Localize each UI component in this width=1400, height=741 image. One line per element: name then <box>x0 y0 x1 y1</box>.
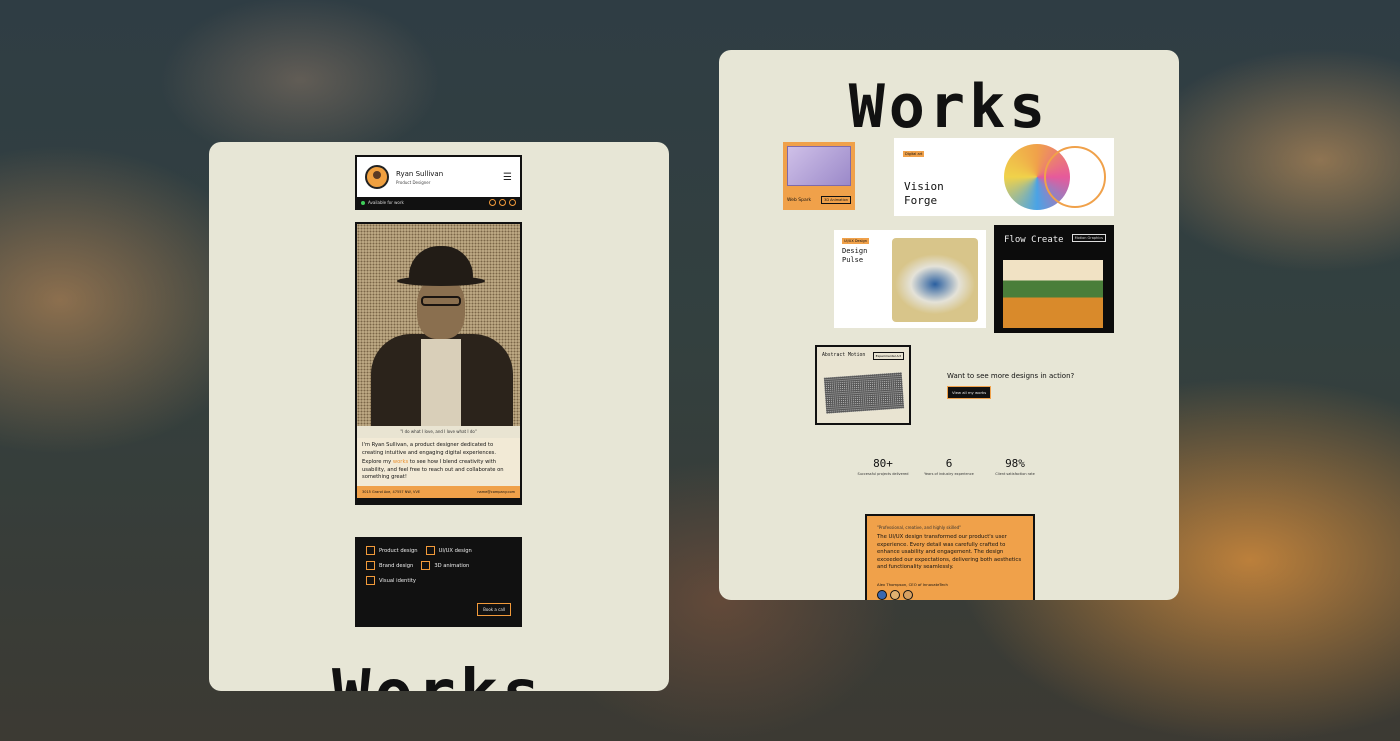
design-pulse-art <box>892 238 978 322</box>
portrait-quote: "I do what I love, and I love what I do" <box>357 426 520 438</box>
avatar <box>890 589 900 600</box>
web-spark-thumbnail <box>787 146 851 186</box>
project-name: Vision Forge <box>904 180 944 207</box>
project-tile-flow-create[interactable]: Flow Create Motion Graphics <box>994 225 1114 333</box>
testimonial-avatars <box>877 589 1023 600</box>
testimonial-text: The UI/UX design transformed our product… <box>877 534 1022 571</box>
menu-icon[interactable]: ☰ <box>503 172 512 183</box>
services-card: Product design UI/UX design Brand design… <box>355 537 522 627</box>
project-name: Flow Create <box>1004 235 1064 245</box>
project-tag: 3D Animation <box>821 196 851 204</box>
stat-label: Client satisfaction rate <box>995 472 1035 476</box>
project-tag: Motion Graphics <box>1071 234 1106 242</box>
view-all-works-button[interactable]: View all my works <box>947 386 992 399</box>
status-dot-icon <box>361 200 365 205</box>
more-designs-text: Want to see more designs in action? <box>947 372 1075 380</box>
project-tile-abstract-motion[interactable]: Abstract Motion Experimental Art <box>815 345 911 425</box>
works-title: Works <box>848 72 1050 142</box>
contact-bar: 3015 Grand Ave, 47557 NW, VVE name@compa… <box>357 486 520 498</box>
works-heading-peek: Works <box>332 662 545 691</box>
stat-years: 6 Years of industry experience <box>919 457 979 477</box>
avatar <box>903 589 913 600</box>
testimonial-author: Alex Thompson, CEO of InnovateTech <box>877 581 948 587</box>
stat-label: Years of industry experience <box>924 472 974 476</box>
project-name: Abstract Motion <box>822 353 866 358</box>
social-icon-1[interactable] <box>489 199 496 206</box>
bio-paragraph-1: I'm Ryan Sullivan, a product designer de… <box>362 442 497 456</box>
uiux-design-icon <box>425 546 435 555</box>
brand-design-icon <box>366 561 375 570</box>
stat-value: 6 <box>945 457 953 470</box>
project-name: Web Spark <box>787 197 812 203</box>
project-name: Design Pulse <box>842 247 868 264</box>
book-call-button[interactable]: Book a call <box>477 603 511 616</box>
service-item: Product design <box>379 547 418 554</box>
availability-status: Available for work <box>368 200 404 205</box>
stat-value: 98% <box>1005 457 1025 470</box>
stat-value: 80+ <box>873 457 893 470</box>
project-tile-design-pulse[interactable]: UI/UX Design Design Pulse <box>834 230 986 328</box>
address: 3015 Grand Ave, 47557 NW, VVE <box>362 490 421 494</box>
social-icon-3[interactable] <box>509 199 516 206</box>
service-item: Brand design <box>379 562 414 569</box>
bio-text-a: Explore my <box>362 459 393 465</box>
testimonial-card: "Professional, creative, and highly skil… <box>865 514 1035 600</box>
social-icon-2[interactable] <box>499 199 506 206</box>
testimonial-headline: "Professional, creative, and highly skil… <box>877 525 961 530</box>
project-tag: Digital art <box>903 151 925 157</box>
service-item: 3D animation <box>434 562 470 569</box>
project-tag: Experimental Art <box>872 352 904 360</box>
service-item: Visual identity <box>379 577 416 584</box>
profile-role: Product Designer <box>396 179 431 185</box>
project-tag: UI/UX Design <box>842 238 869 244</box>
product-design-icon <box>366 546 375 555</box>
profile-name: Ryan Sullivan <box>396 169 444 178</box>
service-item: UI/UX design <box>438 547 472 554</box>
visual-identity-icon <box>366 576 375 585</box>
works-panel: Works Web Spark 3D Animation Digital art… <box>719 50 1179 600</box>
email-link[interactable]: name@company.com <box>477 490 515 494</box>
stat-label: Successful projects delivered <box>857 472 909 476</box>
ring-decoration <box>1044 146 1106 208</box>
profile-header: Ryan Sullivan Product Designer ☰ Availab… <box>355 155 522 210</box>
portrait-card: "I do what I love, and I love what I do"… <box>355 222 522 505</box>
avatar <box>365 165 389 189</box>
flow-create-art <box>1003 260 1103 328</box>
stat-satisfaction: 98% Client satisfaction rate <box>985 457 1045 477</box>
stat-projects: 80+ Successful projects delivered <box>853 457 913 477</box>
project-tile-vision-forge[interactable]: Digital art Vision Forge <box>894 138 1114 216</box>
avatar <box>877 589 887 600</box>
3d-animation-icon <box>421 561 431 570</box>
works-link[interactable]: works <box>393 459 408 465</box>
project-tile-web-spark[interactable]: Web Spark 3D Animation <box>783 142 855 210</box>
mobile-preview-panel: Ryan Sullivan Product Designer ☰ Availab… <box>209 142 669 691</box>
portrait-photo <box>357 224 520 426</box>
bio-text: I'm Ryan Sullivan, a product designer de… <box>357 438 520 486</box>
abstract-motion-art <box>823 372 905 414</box>
